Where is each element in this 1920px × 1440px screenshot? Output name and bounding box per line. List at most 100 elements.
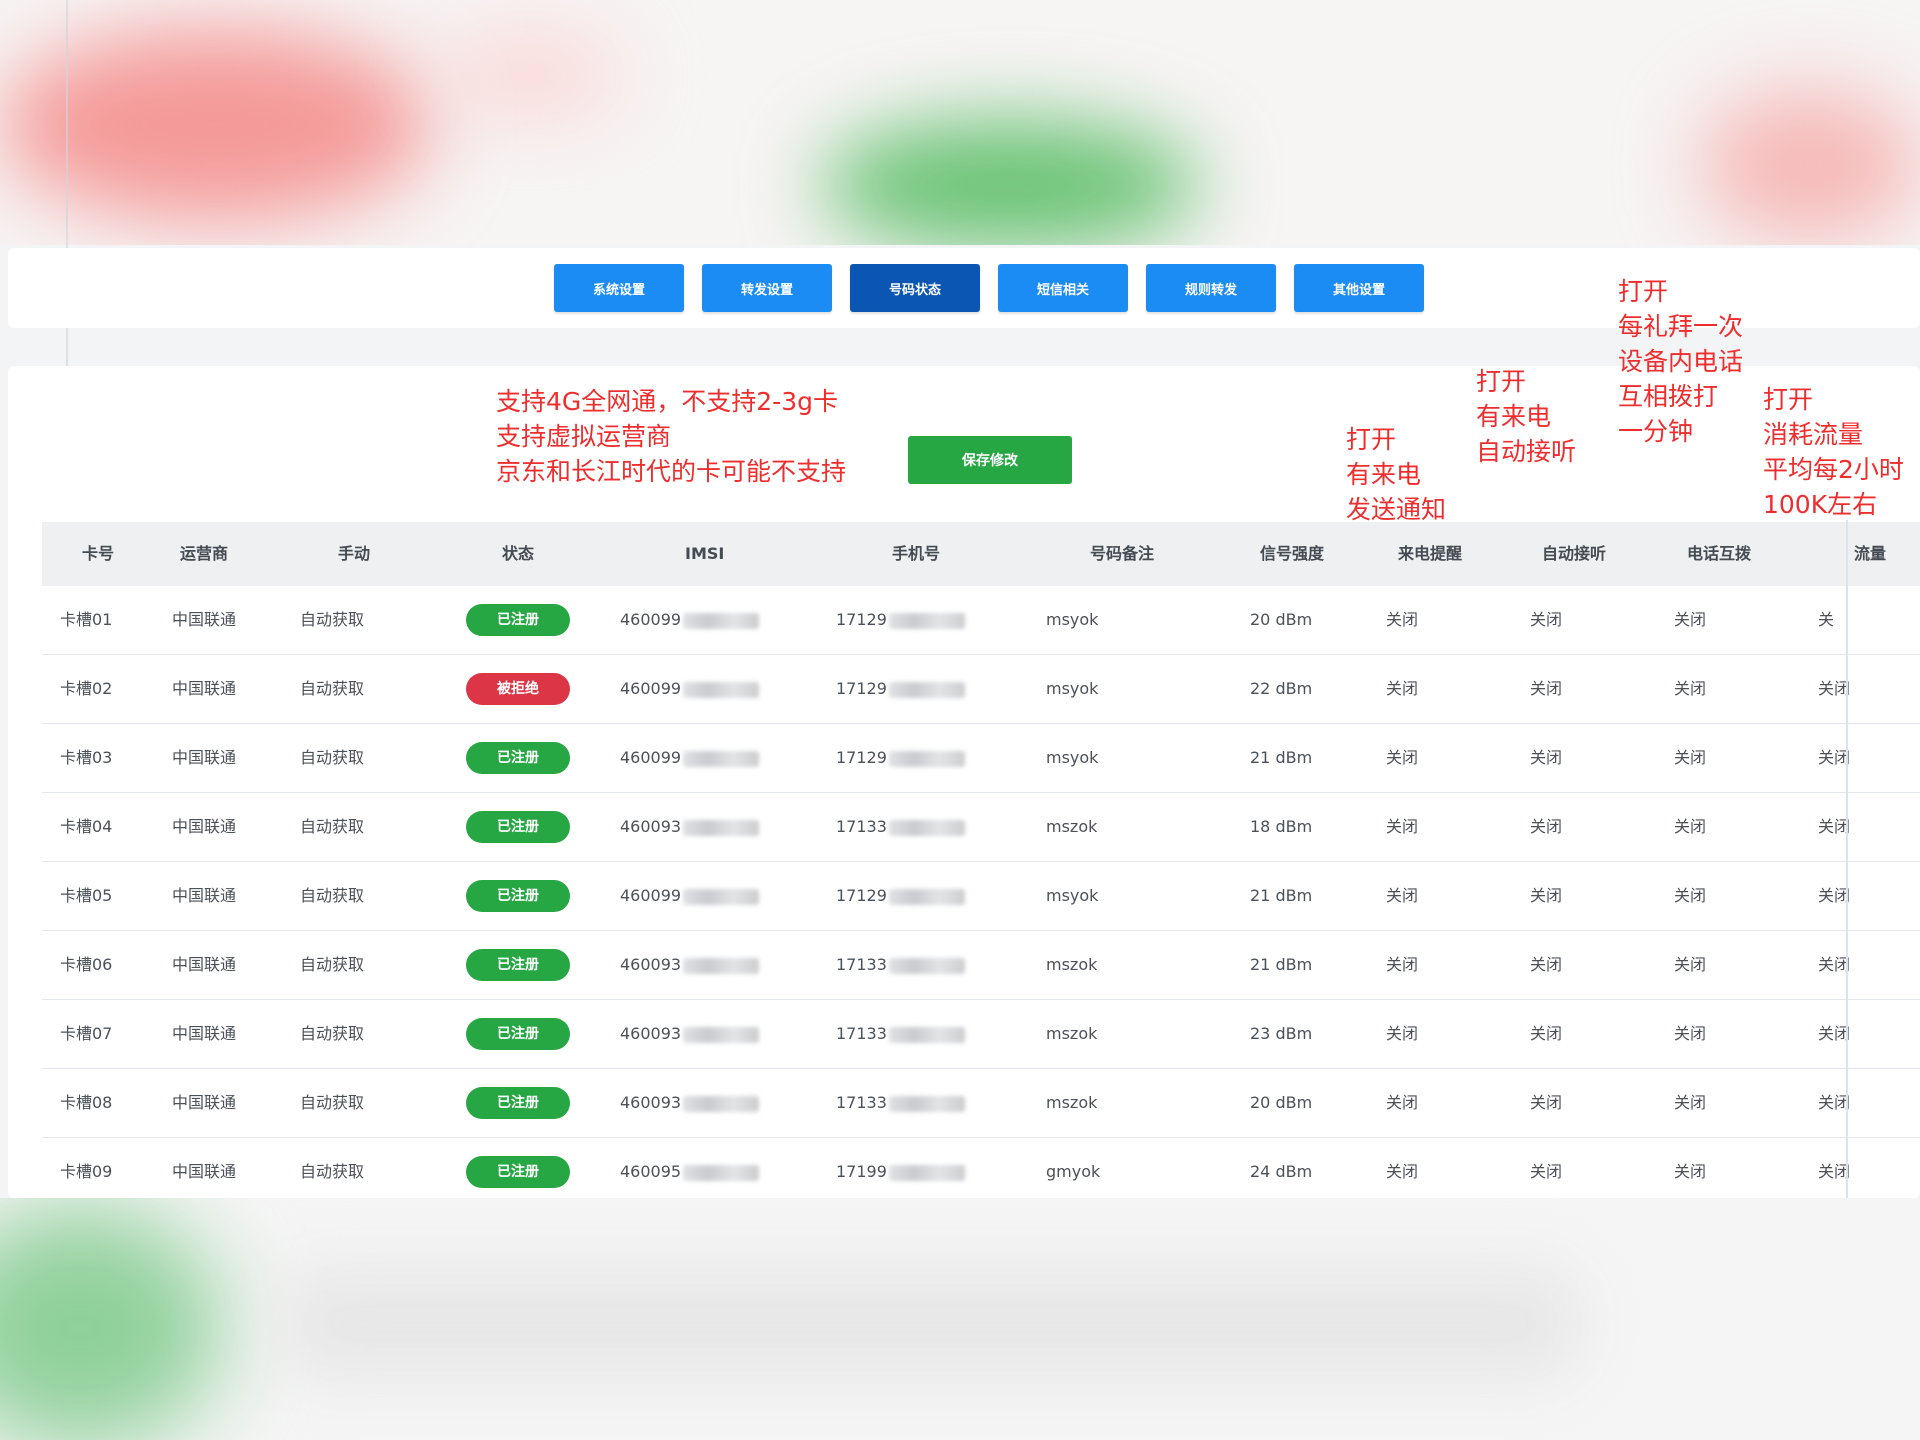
signal-cell-text: 18 dBm [1250, 817, 1313, 836]
col-remark: 号码备注 [1090, 544, 1155, 563]
carrier-cell-text: 中国联通 [172, 1162, 237, 1181]
redacted-blur [683, 888, 760, 905]
mutual-call-cell[interactable]: 关闭 [1674, 793, 1706, 861]
auto-answer-note: 打开 有来电 自动接听 [1476, 367, 1577, 466]
save-button[interactable]: 保存修改 [908, 436, 1072, 484]
tab-number-status[interactable]: 号码状态 [850, 264, 980, 312]
mutual-call-cell[interactable]: 关闭 [1674, 1138, 1706, 1198]
tab-forward-settings[interactable]: 转发设置 [702, 264, 832, 312]
tab-rule-forward[interactable]: 规则转发 [1146, 264, 1276, 312]
auto-answer-cell[interactable]: 关闭 [1530, 724, 1562, 792]
manual-cell-text: 自动获取 [300, 1162, 365, 1181]
incoming-alert-cell[interactable]: 关闭 [1386, 655, 1418, 723]
phone-cell: 17133 [836, 1000, 965, 1068]
mutual-call-cell[interactable]: 关闭 [1674, 1069, 1706, 1137]
status-badge[interactable]: 已注册 [466, 811, 570, 843]
manual-cell: 自动获取 [300, 793, 364, 861]
carrier-cell-text: 中国联通 [172, 1093, 237, 1112]
phone-cell-text: 17129 [836, 886, 887, 905]
auto-answer-cell[interactable]: 关闭 [1530, 1069, 1562, 1137]
manual-cell-text: 自动获取 [300, 748, 365, 767]
phone-cell: 17129 [836, 586, 965, 654]
status-badge-text: 已注册 [497, 1164, 539, 1180]
status-badge[interactable]: 已注册 [466, 604, 570, 636]
redacted-blur [683, 750, 760, 767]
col-mutual-call: 电话互拨 [1687, 544, 1752, 563]
signal-cell: 24 dBm [1250, 1138, 1312, 1198]
mutual-call-cell-text: 关闭 [1674, 1162, 1707, 1181]
auto-answer-cell[interactable]: 关闭 [1530, 1138, 1562, 1198]
phone-cell: 17133 [836, 1069, 965, 1137]
mutual-call-cell[interactable]: 关闭 [1674, 724, 1706, 792]
status-badge[interactable]: 已注册 [466, 742, 570, 774]
imsi-cell-text: 460093 [620, 817, 682, 836]
auto-answer-cell[interactable]: 关闭 [1530, 655, 1562, 723]
redacted-blur [683, 612, 760, 629]
auto-answer-cell-text: 关闭 [1530, 955, 1563, 974]
incoming-alert-cell[interactable]: 关闭 [1386, 1069, 1418, 1137]
tab-system-settings[interactable]: 系统设置 [554, 264, 684, 312]
incoming-alert-cell[interactable]: 关闭 [1386, 793, 1418, 861]
incoming-alert-cell[interactable]: 关闭 [1386, 1138, 1418, 1198]
mutual-call-cell[interactable]: 关闭 [1674, 862, 1706, 930]
carrier-cell: 中国联通 [172, 862, 236, 930]
status-badge[interactable]: 已注册 [466, 1156, 570, 1188]
incoming-alert-cell[interactable]: 关闭 [1386, 586, 1418, 654]
incoming-alert-cell[interactable]: 关闭 [1386, 931, 1418, 999]
auto-answer-cell-text: 关闭 [1530, 1162, 1563, 1181]
mutual-call-note: 打开 每礼拜一次 设备内电话 互相拨打 一分钟 [1618, 277, 1744, 446]
slot-cell-text: 卡槽05 [60, 886, 113, 905]
status-badge[interactable]: 已注册 [466, 949, 570, 981]
manual-cell: 自动获取 [300, 586, 364, 654]
redacted-blur [888, 957, 965, 974]
slot-cell: 卡槽01 [60, 586, 112, 654]
mutual-call-cell[interactable]: 关闭 [1674, 655, 1706, 723]
incoming-alert-cell-text: 关闭 [1386, 1024, 1419, 1043]
status-badge-text: 已注册 [497, 1095, 539, 1111]
manual-cell: 自动获取 [300, 724, 364, 792]
auto-answer-cell[interactable]: 关闭 [1530, 862, 1562, 930]
slot-cell-text: 卡槽04 [60, 817, 113, 836]
remark-cell: msyok [1046, 724, 1098, 792]
redacted-blur [683, 819, 760, 836]
status-badge-text: 已注册 [497, 750, 539, 766]
slot-cell: 卡槽04 [60, 793, 112, 861]
status-badge[interactable]: 已注册 [466, 1018, 570, 1050]
status-badge[interactable]: 已注册 [466, 880, 570, 912]
auto-answer-cell[interactable]: 关闭 [1530, 793, 1562, 861]
mutual-call-cell-text: 关闭 [1674, 1093, 1707, 1112]
redacted-blur [888, 612, 965, 629]
auto-answer-cell[interactable]: 关闭 [1530, 931, 1562, 999]
network-support-note: 支持4G全网通，不支持2-3g卡 支持虚拟运营商 京东和长江时代的卡可能不支持 [496, 387, 847, 486]
auto-answer-cell-text: 关闭 [1530, 679, 1563, 698]
auto-answer-cell-text: 关闭 [1530, 886, 1563, 905]
incoming-alert-cell[interactable]: 关闭 [1386, 724, 1418, 792]
col-slot: 卡号 [82, 544, 115, 563]
phone-cell: 17129 [836, 724, 965, 792]
auto-answer-cell[interactable]: 关闭 [1530, 1000, 1562, 1068]
tab-sms[interactable]: 短信相关 [998, 264, 1128, 312]
mutual-call-cell[interactable]: 关闭 [1674, 1000, 1706, 1068]
carrier-cell-text: 中国联通 [172, 955, 237, 974]
incoming-alert-cell[interactable]: 关闭 [1386, 862, 1418, 930]
carrier-cell: 中国联通 [172, 1000, 236, 1068]
mutual-call-cell[interactable]: 关闭 [1674, 931, 1706, 999]
status-badge-text: 已注册 [497, 957, 539, 973]
auto-answer-cell-text: 关闭 [1530, 1093, 1563, 1112]
tab-other-settings[interactable]: 其他设置 [1294, 264, 1424, 312]
redacted-blur [888, 681, 965, 698]
data-traffic-cell[interactable]: 关 [1818, 586, 1834, 654]
incoming-alert-cell[interactable]: 关闭 [1386, 1000, 1418, 1068]
manual-cell-text: 自动获取 [300, 886, 365, 905]
incoming-call-note: 打开 有来电 发送通知 [1346, 425, 1447, 524]
auto-answer-cell[interactable]: 关闭 [1530, 586, 1562, 654]
slot-cell: 卡槽02 [60, 655, 112, 723]
slot-cell-text: 卡槽08 [60, 1093, 113, 1112]
status-badge[interactable]: 已注册 [466, 1087, 570, 1119]
redacted-blur [683, 681, 760, 698]
mutual-call-cell[interactable]: 关闭 [1674, 586, 1706, 654]
status-badge[interactable]: 被拒绝 [466, 673, 570, 705]
status-badge-text: 已注册 [497, 612, 539, 628]
auto-answer-cell-text: 关闭 [1530, 610, 1563, 629]
imsi-cell: 460093 [620, 931, 760, 999]
